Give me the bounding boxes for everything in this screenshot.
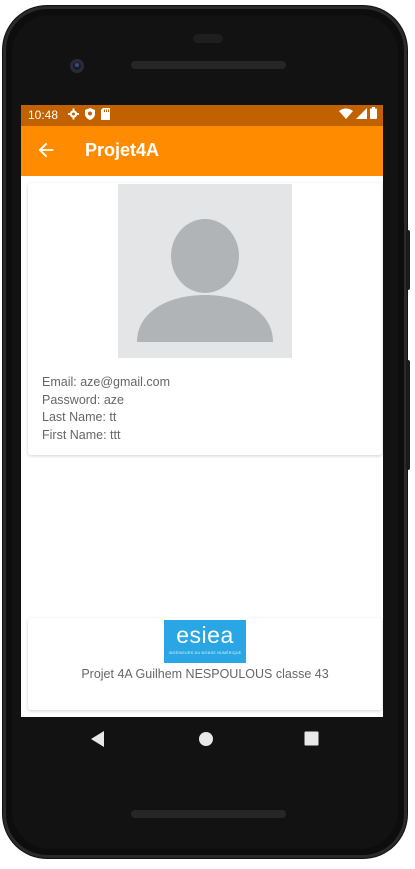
profile-card: Email: aze@gmail.com Password: aze Last …	[28, 183, 382, 455]
avatar-placeholder	[118, 184, 292, 358]
battery-icon	[370, 107, 377, 119]
earpiece	[193, 34, 223, 43]
bottom-speaker-grille	[131, 810, 286, 818]
triangle-back-icon[interactable]	[91, 731, 105, 747]
footer-card: esiea INGÉNIEURS DU MONDE NUMÉRIQUE Proj…	[28, 618, 382, 710]
wifi-icon	[339, 108, 353, 119]
app-bar: Projet4A	[21, 126, 383, 176]
logo-tagline: INGÉNIEURS DU MONDE NUMÉRIQUE	[168, 651, 242, 655]
user-info: Email: aze@gmail.com Password: aze Last …	[42, 374, 170, 444]
front-camera	[70, 59, 84, 73]
status-bar: 10:48	[21, 105, 383, 126]
password-text: Password: aze	[42, 392, 124, 407]
status-system-icons	[339, 107, 377, 119]
gear-icon	[68, 108, 79, 120]
footer-credit: Projet 4A Guilhem NESPOULOUS classe 43	[81, 667, 329, 681]
first-name-text: First Name: ttt	[42, 427, 121, 442]
shield-icon	[85, 108, 95, 120]
last-name-text: Last Name: tt	[42, 410, 117, 424]
navigation-bar	[21, 717, 383, 763]
esiea-logo: esiea INGÉNIEURS DU MONDE NUMÉRIQUE	[164, 620, 246, 663]
screen: 10:48 Projet4A Email: aze@gmail.com Pass…	[21, 105, 383, 717]
status-time: 10:48	[28, 108, 59, 122]
app-title: Projet4A	[85, 140, 160, 160]
top-speaker-grille	[131, 61, 286, 69]
volume-button[interactable]	[406, 230, 410, 290]
power-button[interactable]	[406, 360, 410, 470]
signal-icon	[356, 107, 367, 119]
logo-wordmark: esiea	[176, 622, 234, 648]
square-recents-icon[interactable]	[304, 731, 319, 746]
person-silhouette-icon	[137, 219, 273, 342]
back-arrow-icon[interactable]	[35, 139, 57, 161]
circle-home-icon[interactable]	[198, 731, 214, 747]
email-text: Email: aze@gmail.com	[42, 375, 171, 389]
status-notification-icons	[68, 108, 110, 120]
sd-card-icon	[101, 108, 110, 120]
